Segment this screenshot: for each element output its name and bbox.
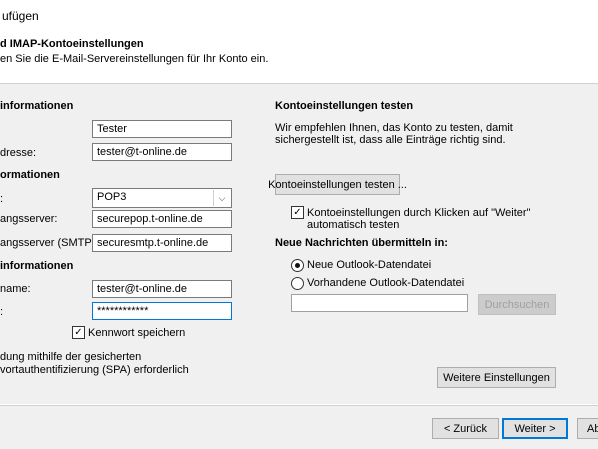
- password-label: :: [0, 306, 4, 318]
- test-description-line1: Wir empfehlen Ihnen, das Konto zu testen…: [275, 122, 513, 134]
- more-settings-button[interactable]: Weitere Einstellungen: [437, 367, 556, 388]
- deliver-heading: Neue Nachrichten übermitteln in:: [275, 237, 448, 249]
- username-input[interactable]: tester@t-online.de: [92, 280, 232, 298]
- auto-test-checkbox[interactable]: ✓: [291, 206, 304, 219]
- test-settings-heading: Kontoeinstellungen testen: [275, 100, 414, 112]
- existing-data-file-radio[interactable]: [291, 277, 304, 290]
- next-button[interactable]: Weiter >: [502, 418, 568, 439]
- browse-button[interactable]: Durchsuchen: [478, 294, 556, 315]
- server-info-heading: ormationen: [0, 169, 60, 181]
- test-description-line2: sichergestellt ist, dass alle Einträge r…: [275, 134, 506, 146]
- remember-password-checkbox[interactable]: ✓: [72, 326, 85, 339]
- auto-test-label-line1: Kontoeinstellungen durch Klicken auf "We…: [307, 207, 531, 219]
- outgoing-server-label: angsserver (SMTP):: [0, 237, 99, 249]
- page-subtitle: en Sie die E-Mail-Servereinstellungen fü…: [0, 53, 269, 65]
- email-label: dresse:: [0, 147, 37, 159]
- login-info-heading: informationen: [0, 260, 74, 272]
- remember-password-label: Kennwort speichern: [88, 327, 186, 339]
- auto-test-label-line2: automatisch testen: [307, 219, 400, 231]
- account-type-value: POP3: [97, 191, 127, 203]
- new-data-file-label: Neue Outlook-Datendatei: [307, 259, 432, 271]
- account-type-label: :: [0, 193, 4, 205]
- outgoing-server-input[interactable]: securesmtp.t-online.de: [92, 234, 232, 252]
- password-input[interactable]: ************: [92, 302, 232, 320]
- chevron-down-icon[interactable]: ⌵: [213, 190, 230, 206]
- back-button[interactable]: < Zurück: [432, 418, 499, 439]
- test-account-settings-button[interactable]: Kontoeinstellungen testen ...: [268, 174, 407, 195]
- user-info-heading: informationen: [0, 100, 74, 112]
- existing-data-file-label: Vorhandene Outlook-Datendatei: [307, 277, 465, 289]
- window-title: ufügen: [2, 9, 39, 23]
- spa-label-line2: vortauthentifizierung (SPA) erforderlich: [0, 364, 189, 376]
- incoming-server-input[interactable]: securepop.t-online.de: [92, 210, 232, 228]
- new-data-file-radio[interactable]: [291, 259, 304, 272]
- account-type-select[interactable]: POP3 ⌵: [92, 188, 232, 208]
- cancel-button[interactable]: Ab: [577, 418, 598, 439]
- incoming-server-label: angsserver:: [0, 213, 58, 225]
- data-file-path-input[interactable]: [291, 294, 468, 312]
- email-input[interactable]: tester@t-online.de: [92, 143, 232, 161]
- name-input[interactable]: Tester: [92, 120, 232, 138]
- username-label: name:: [0, 283, 31, 295]
- spa-label-line1: dung mithilfe der gesicherten: [0, 351, 142, 363]
- page-title: d IMAP-Kontoeinstellungen: [0, 38, 144, 50]
